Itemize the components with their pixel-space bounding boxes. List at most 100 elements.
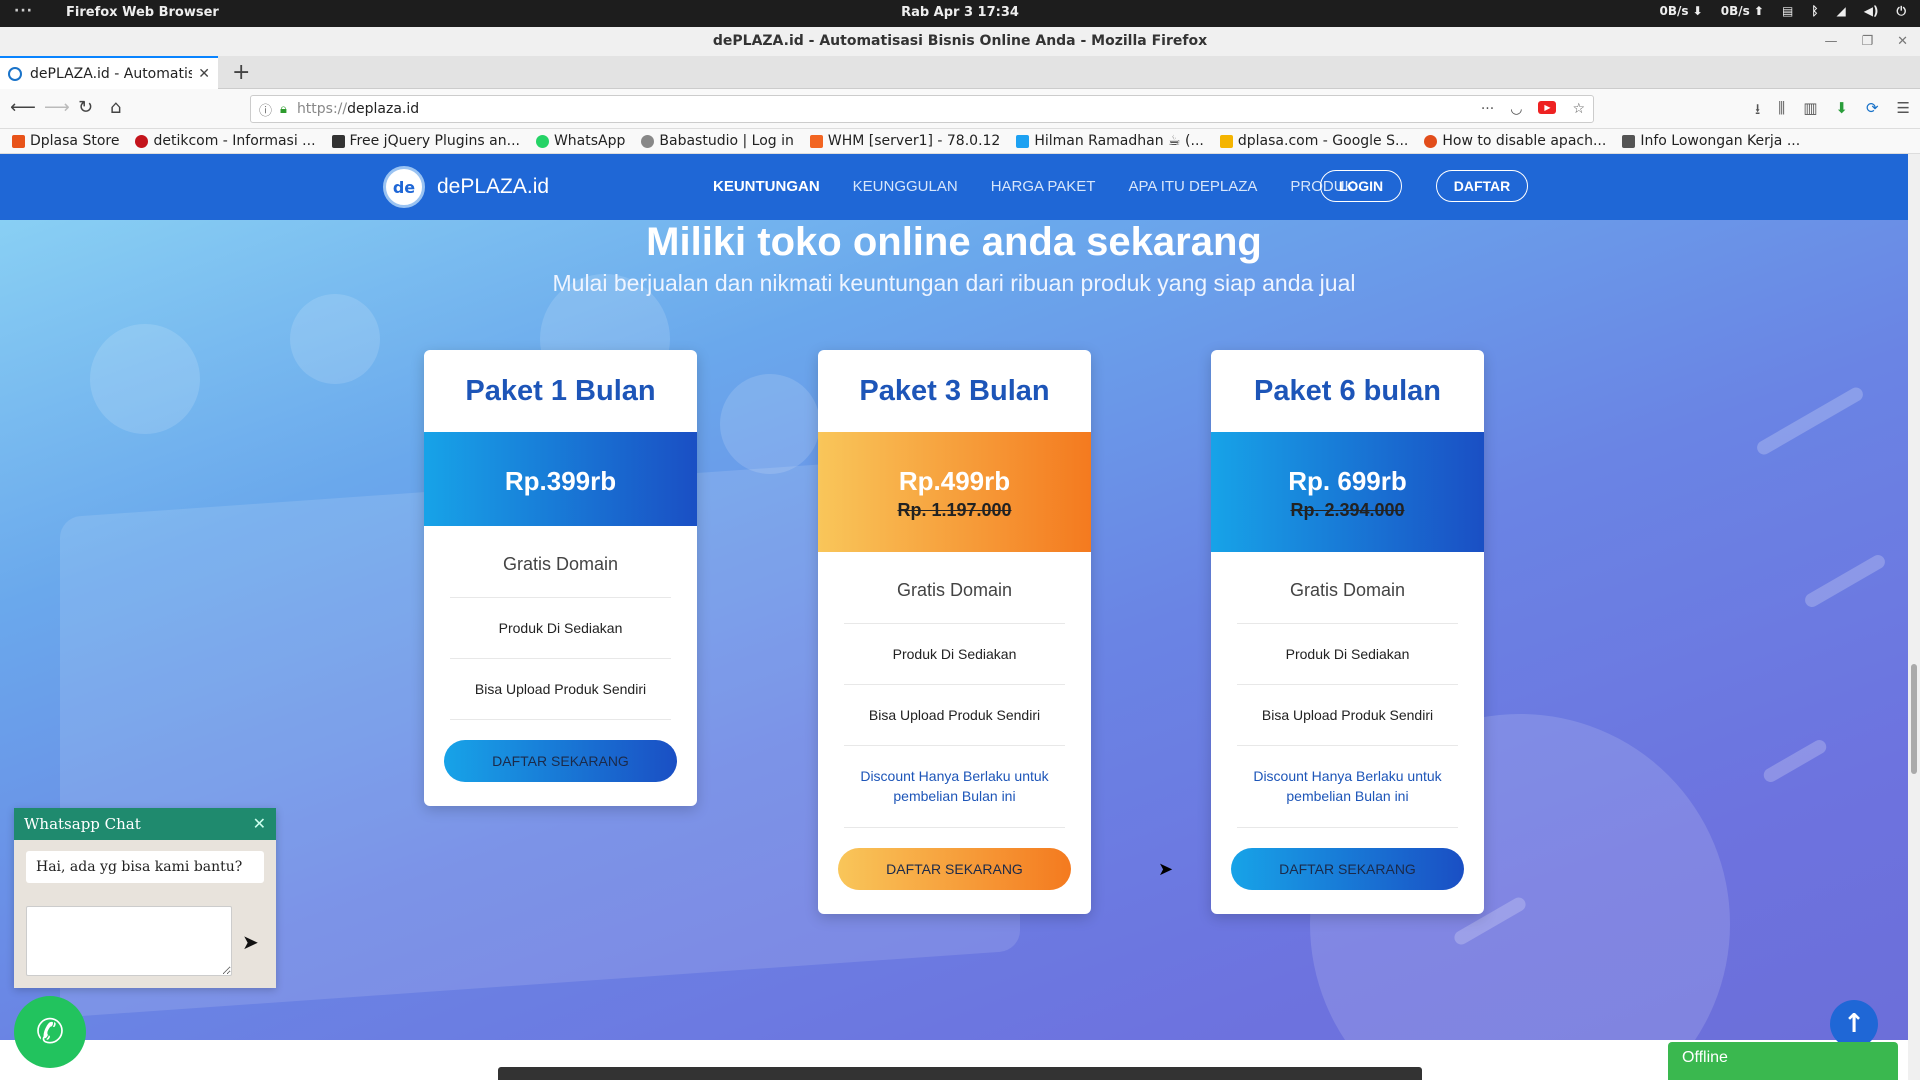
register-now-button[interactable]: DAFTAR SEKARANG <box>444 740 677 782</box>
url-bar[interactable]: ⓘ 🔒︎ https:// deplaza.id ··· ◡ ▶ ☆ <box>250 95 1594 123</box>
bookmark-item[interactable]: Dplasa Store <box>12 133 119 149</box>
page-actions-icon[interactable]: ··· <box>1481 101 1494 117</box>
bookmark-label: Babastudio | Log in <box>659 133 794 149</box>
bookmark-label: How to disable apach... <box>1442 133 1607 149</box>
hero-subtitle: Mulai berjualan dan nikmati keuntungan d… <box>552 270 1356 296</box>
restore-icon[interactable]: ❐ <box>1861 27 1873 56</box>
nav-harga-paket[interactable]: HARGA PAKET <box>991 178 1096 195</box>
bookmark-item[interactable]: Babastudio | Log in <box>641 133 794 149</box>
back-icon[interactable]: ⟵ <box>10 97 36 118</box>
new-tab-icon[interactable]: + <box>232 60 250 85</box>
bookmark-item[interactable]: WHM [server1] - 78.0.12 <box>809 133 1000 149</box>
volume-icon[interactable]: ◀) <box>1864 4 1879 19</box>
plan-feature: Produk Di Sediakan <box>450 598 671 659</box>
app-menu[interactable]: Firefox Web Browser <box>66 5 219 20</box>
net-down-speed: 0B/s ⬇ <box>1659 4 1703 18</box>
scroll-to-top-button[interactable]: ↑ <box>1830 1000 1878 1048</box>
bookmark-item[interactable]: detikcom - Informasi ... <box>135 133 316 149</box>
mouse-cursor-icon: ➤ <box>1158 859 1174 880</box>
wifi-icon[interactable]: ◢ <box>1837 4 1846 19</box>
library-icon[interactable]: ⫼ <box>1778 99 1785 124</box>
bookmark-favicon-icon <box>1016 134 1030 148</box>
downloads-icon[interactable]: ⭳ <box>1755 99 1760 124</box>
scrollbar-thumb[interactable] <box>1911 664 1917 774</box>
url-host: deplaza.id <box>347 101 420 117</box>
bluetooth-icon[interactable]: ᛒ <box>1811 4 1818 19</box>
bookmark-star-icon[interactable]: ☆ <box>1572 101 1585 117</box>
pocket-icon[interactable]: ◡ <box>1510 101 1522 117</box>
system-tray[interactable]: 0B/s ⬇ 0B/s ⬆ ▤ ᛒ ◢ ◀) ⏻ <box>1659 4 1906 19</box>
bookmark-favicon-icon <box>809 134 823 148</box>
bookmark-favicon-icon <box>331 134 345 148</box>
login-button[interactable]: LOGIN <box>1320 170 1402 202</box>
bookmark-label: Hilman Ramadhan ☕ (... <box>1034 133 1204 149</box>
site-info-icon[interactable]: ⓘ <box>259 100 272 119</box>
close-window-icon[interactable]: ✕ <box>1897 27 1908 56</box>
keyboard-icon[interactable]: ▤ <box>1782 4 1793 19</box>
bookmark-label: detikcom - Informasi ... <box>153 133 316 149</box>
lock-icon[interactable]: 🔒︎ <box>280 102 287 117</box>
close-chat-icon[interactable]: ✕ <box>253 808 266 840</box>
streak-decoration <box>1761 737 1829 785</box>
bookmark-favicon-icon <box>641 134 655 148</box>
bookmark-label: Info Lowongan Kerja ... <box>1640 133 1801 149</box>
plan-feature: Bisa Upload Produk Sendiri <box>844 685 1065 746</box>
minimize-icon[interactable]: — <box>1824 27 1837 56</box>
bookmark-label: Dplasa Store <box>30 133 120 149</box>
window-titlebar: dePLAZA.id - Automatisasi Bisnis Online … <box>0 27 1920 56</box>
forward-icon[interactable]: ⟶ <box>44 97 70 118</box>
hero-title: Miliki toko online anda sekarang <box>646 220 1262 264</box>
site-nav: KEUNTUNGAN KEUNGGULAN HARGA PAKET APA IT… <box>713 178 1355 195</box>
page-scrollbar[interactable] <box>1908 154 1920 1080</box>
plan-price-box: Rp.399rb <box>424 432 697 526</box>
bookmark-item[interactable]: WhatsApp <box>535 133 626 149</box>
whatsapp-button[interactable]: ✆ <box>14 996 86 1068</box>
bookmark-favicon-icon <box>12 134 25 148</box>
sidebar-icon[interactable]: ▥ <box>1803 99 1817 124</box>
clock-circle-decoration <box>720 374 820 474</box>
menu-icon[interactable]: ☰ <box>1897 99 1910 124</box>
plan-price-box: Rp.499rb Rp. 1.197.000 <box>818 432 1091 552</box>
deplaza-favicon-icon <box>8 66 22 81</box>
discount-note: Discount Hanya Berlaku untuk pembelian B… <box>1237 746 1458 828</box>
bookmark-item[interactable]: Info Lowongan Kerja ... <box>1622 133 1800 149</box>
bookmark-favicon-icon <box>1219 134 1233 148</box>
register-now-button[interactable]: DAFTAR SEKARANG <box>838 848 1071 890</box>
home-icon[interactable]: ⌂ <box>110 97 121 118</box>
streak-decoration <box>1802 552 1888 610</box>
system-clock[interactable]: Rab Apr 3 17:34 <box>0 5 1920 20</box>
live-chat-status[interactable]: Offline <box>1668 1042 1898 1080</box>
url-protocol: https:// <box>296 101 348 117</box>
bookmark-label: WhatsApp <box>553 133 626 149</box>
bookmark-item[interactable]: Free jQuery Plugins an... <box>331 133 520 149</box>
net-up-speed: 0B/s ⬆ <box>1720 4 1764 18</box>
send-icon[interactable]: ➤ <box>242 930 259 954</box>
nav-keunggulan[interactable]: KEUNGGULAN <box>853 178 958 195</box>
nav-apa-itu-deplaza[interactable]: APA ITU DEPLAZA <box>1128 178 1257 195</box>
register-button[interactable]: DAFTAR <box>1436 170 1528 202</box>
activities-menu[interactable]: ··· <box>14 3 33 19</box>
next-section-banner <box>498 1067 1422 1080</box>
bookmark-favicon-icon <box>135 134 149 148</box>
basket-circle-decoration <box>90 324 200 434</box>
plan-old-price: Rp. 2.394.000 <box>1290 500 1405 520</box>
bookmark-item[interactable]: How to disable apach... <box>1424 133 1606 149</box>
register-now-button[interactable]: DAFTAR SEKARANG <box>1231 848 1464 890</box>
tab-deplaza[interactable]: dePLAZA.id - Automatis ✕ <box>0 56 218 89</box>
chat-greeting: Hai, ada yg bisa kami bantu? <box>26 851 264 883</box>
reload-icon[interactable]: ↻ <box>78 97 93 118</box>
power-icon[interactable]: ⏻ <box>1897 4 1907 19</box>
site-logo[interactable]: de dePLAZA.id <box>383 166 549 208</box>
sync-icon[interactable]: ⟳ <box>1866 99 1879 124</box>
bookmark-item[interactable]: Hilman Ramadhan ☕ (... <box>1016 133 1204 149</box>
close-tab-icon[interactable]: ✕ <box>198 66 210 82</box>
bookmark-label: Free jQuery Plugins an... <box>349 133 520 149</box>
nav-keuntungan[interactable]: KEUNTUNGAN <box>713 178 820 195</box>
bookmark-item[interactable]: dplasa.com - Google S... <box>1219 133 1408 149</box>
site-brand: dePLAZA.id <box>437 175 550 198</box>
plan-feature: Gratis Domain <box>844 552 1065 624</box>
deplaza-logo-icon: de <box>383 166 425 208</box>
chat-message-input[interactable] <box>26 906 232 976</box>
youtube-icon[interactable]: ▶ <box>1538 101 1557 114</box>
extension-icon[interactable]: ⬇ <box>1835 99 1848 124</box>
